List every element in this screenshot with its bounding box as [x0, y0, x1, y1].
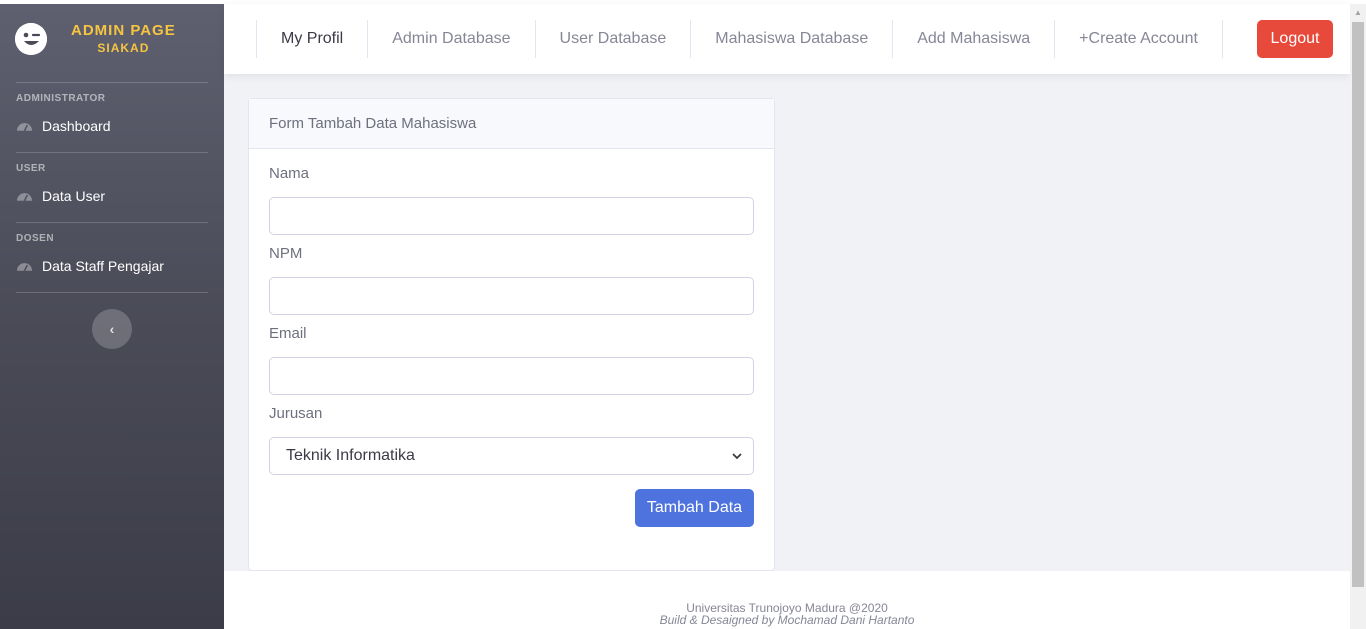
sidebar-item-data-staff-pengajar[interactable]: Data Staff Pengajar — [0, 239, 224, 292]
tambah-data-button[interactable]: Tambah Data — [635, 489, 754, 527]
nama-input[interactable] — [269, 197, 754, 235]
chevron-left-icon: ‹ — [109, 321, 115, 337]
sidebar-item-label: Data Staff Pengajar — [42, 257, 164, 274]
sidebar-toggle-button[interactable]: ‹ — [92, 309, 132, 349]
brand-title: ADMIN PAGE — [71, 22, 176, 39]
npm-label: NPM — [269, 245, 303, 262]
brand[interactable]: ADMIN PAGE SIAKAD — [0, 4, 224, 74]
scroll-up-arrow-icon[interactable]: ▲ — [1350, 4, 1366, 21]
tachometer-icon — [16, 262, 33, 271]
scrollbar-thumb[interactable] — [1352, 22, 1364, 587]
nav-admin-database[interactable]: Admin Database — [367, 20, 534, 58]
nav-create-account[interactable]: +Create Account — [1054, 20, 1223, 58]
sidebar-item-label: Dashboard — [42, 117, 111, 134]
sidebar-item-dashboard[interactable]: Dashboard — [0, 99, 224, 152]
jurusan-select[interactable]: Teknik Informatika — [269, 437, 754, 475]
tachometer-icon — [16, 122, 33, 131]
sidebar-item-label: Data User — [42, 187, 106, 204]
sidebar-divider — [16, 292, 208, 293]
email-input[interactable] — [269, 357, 754, 395]
nav-mahasiswa-database[interactable]: Mahasiswa Database — [690, 20, 892, 58]
footer-credit: Build & Desaigned by Mochamad Dani Harta… — [659, 613, 915, 627]
logout-button[interactable]: Logout — [1257, 20, 1333, 58]
nav-add-mahasiswa[interactable]: Add Mahasiswa — [892, 20, 1054, 58]
jurusan-label: Jurusan — [269, 405, 323, 422]
tachometer-icon — [16, 192, 33, 201]
nav-user-database[interactable]: User Database — [534, 20, 691, 58]
form-card: Form Tambah Data Mahasiswa Nama NPM Emai… — [248, 98, 775, 571]
email-label: Email — [269, 325, 307, 342]
nav-my-profil[interactable]: My Profil — [256, 20, 367, 58]
top-nav: My Profil Admin Database User Database M… — [256, 20, 1223, 58]
page-scrollbar[interactable]: ▲ — [1350, 4, 1366, 629]
npm-input[interactable] — [269, 277, 754, 315]
footer: Universitas Trunojoyo Madura @2020 Build… — [224, 571, 1350, 629]
sidebar-item-data-user[interactable]: Data User — [0, 169, 224, 222]
chevron-down-icon — [732, 453, 742, 460]
wink-face-icon — [15, 23, 47, 55]
topbar: My Profil Admin Database User Database M… — [224, 4, 1350, 74]
sidebar: ADMIN PAGE SIAKAD ADMINISTRATOR Dashboar… — [0, 4, 224, 629]
jurusan-selected-value: Teknik Informatika — [286, 447, 415, 464]
nama-label: Nama — [269, 165, 310, 182]
form-card-title: Form Tambah Data Mahasiswa — [249, 99, 774, 149]
brand-subtitle: SIAKAD — [97, 41, 150, 55]
